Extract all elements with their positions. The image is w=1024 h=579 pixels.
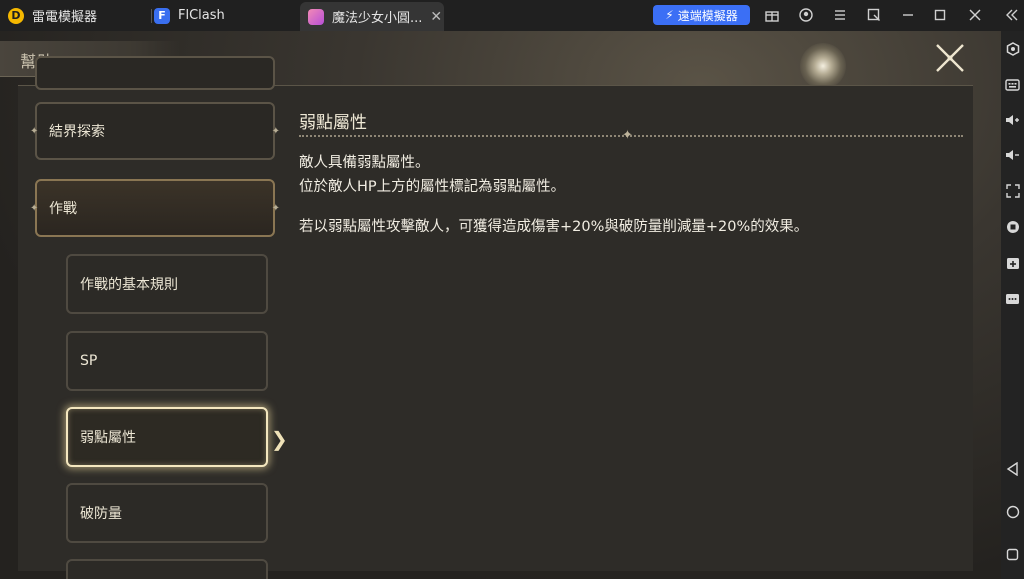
volume-down-icon[interactable] <box>1003 145 1022 164</box>
tab-label: 魔法少女小圓... <box>332 11 423 26</box>
subitem-weakness-attribute[interactable]: 弱點屬性 <box>66 407 268 467</box>
window-titlebar: D 雷電模擬器 F FlClash 魔法少女小圓... ✕ ⚡ 遠端模擬器 <box>0 0 1024 31</box>
detail-text-line: 位於敵人HP上方的屬性標記為弱點屬性。 <box>299 179 566 195</box>
subitem-label: SP <box>80 353 98 369</box>
settings-icon[interactable] <box>1003 39 1022 58</box>
detail-text-line: 敵人具備弱點屬性。 <box>299 155 430 171</box>
tab-close-icon[interactable]: ✕ <box>430 9 442 25</box>
gift-icon[interactable] <box>763 6 781 24</box>
diamond-icon: ✦ <box>271 126 280 137</box>
subitem-label: 作戰的基本規則 <box>80 277 178 293</box>
category-label: 作戰 <box>49 201 77 217</box>
maximize-icon[interactable] <box>931 6 949 24</box>
category-barrier-exploration[interactable]: ✦ 結界探索 ✦ <box>30 102 280 160</box>
menu-icon[interactable] <box>831 6 849 24</box>
tab-label: FlClash <box>178 8 225 23</box>
add-apk-icon[interactable] <box>1003 253 1022 272</box>
tab-flclash[interactable]: F FlClash <box>154 0 294 31</box>
category-combat[interactable]: ✦ 作戰 ✦ <box>30 179 280 237</box>
category-item-hidden[interactable] <box>35 56 275 90</box>
remote-emulator-button[interactable]: ⚡ 遠端模擬器 <box>653 5 750 25</box>
volume-up-icon[interactable] <box>1003 110 1022 129</box>
record-icon[interactable] <box>1003 217 1022 236</box>
subitem-sp[interactable]: SP <box>66 331 268 391</box>
star-ornament-icon: ✦ <box>622 128 633 143</box>
flclash-icon: F <box>154 7 170 24</box>
game-screen: 幫助 ✦ 結界探索 ✦ ✦ 作戰 ✦ 作戰的基本規則 SP <box>0 31 1001 579</box>
home-nav-icon[interactable] <box>1003 502 1022 521</box>
keyboard-icon[interactable] <box>1003 75 1022 94</box>
close-help-icon[interactable] <box>933 41 967 75</box>
back-nav-icon[interactable] <box>1003 459 1022 478</box>
emulator-toolbar <box>1001 31 1024 579</box>
tab-game[interactable]: 魔法少女小圓... ✕ <box>300 2 444 31</box>
more-icon[interactable] <box>1003 289 1022 308</box>
diamond-icon: ✦ <box>30 203 39 214</box>
fullscreen-icon[interactable] <box>1003 181 1022 200</box>
subitem-label: 弱點屬性 <box>80 430 136 446</box>
minimize-icon[interactable] <box>899 6 917 24</box>
subitem-label: 破防量 <box>80 506 122 522</box>
close-window-icon[interactable] <box>966 6 984 24</box>
tab-ldplayer[interactable]: D 雷電模擬器 <box>8 0 148 31</box>
subitem-break-amount[interactable]: 破防量 <box>66 483 268 543</box>
collapse-sidebar-icon[interactable] <box>1003 6 1021 24</box>
tab-divider <box>151 9 152 23</box>
account-icon[interactable] <box>797 6 815 24</box>
remote-emulator-label: 遠端模擬器 <box>677 8 738 23</box>
subitem-hidden[interactable] <box>66 559 268 579</box>
diamond-icon: ✦ <box>30 126 39 137</box>
help-panel: ✦ 結界探索 ✦ ✦ 作戰 ✦ 作戰的基本規則 SP 弱點屬性 ❯ 破防量 弱點… <box>18 56 973 579</box>
game-app-icon <box>308 8 324 25</box>
recents-nav-icon[interactable] <box>1003 545 1022 564</box>
detail-text-line: 若以弱點屬性攻擊敵人，可獲得造成傷害+20%與破防量削減量+20%的效果。 <box>299 219 809 235</box>
tab-label: 雷電模擬器 <box>32 10 98 25</box>
subitem-combat-basics[interactable]: 作戰的基本規則 <box>66 254 268 314</box>
ldplayer-icon: D <box>8 7 24 24</box>
selected-arrow-icon: ❯ <box>271 427 288 451</box>
popout-icon[interactable] <box>865 6 883 24</box>
glow-emblem-icon <box>800 43 846 89</box>
detail-title: 弱點屬性 <box>299 113 367 133</box>
category-label: 結界探索 <box>49 124 105 140</box>
diamond-icon: ✦ <box>271 203 280 214</box>
lightning-icon: ⚡ <box>665 8 674 22</box>
